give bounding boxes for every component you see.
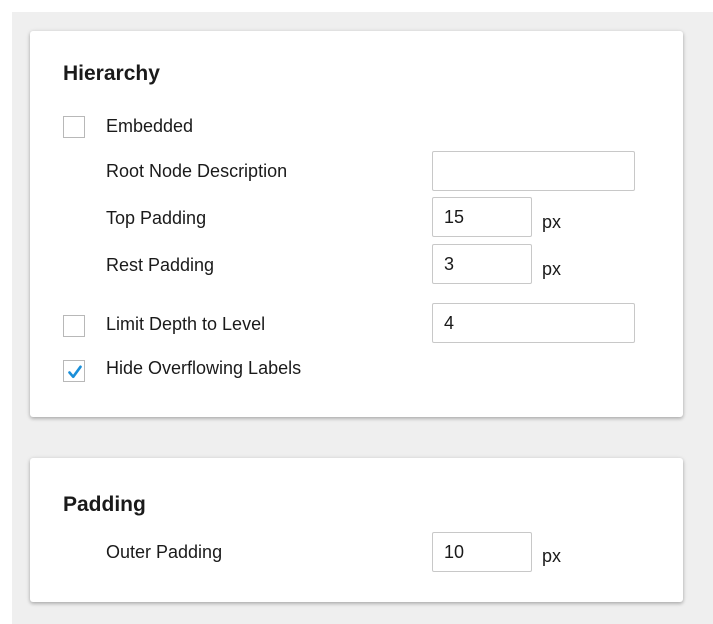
outer-padding-label: Outer Padding	[106, 542, 223, 562]
top-padding-label: Top Padding	[106, 208, 207, 228]
root-node-description-input[interactable]	[432, 151, 635, 191]
outer-padding-unit: px	[542, 546, 562, 566]
hide-overflowing-labels-label: Hide Overflowing Labels	[106, 358, 302, 378]
rest-padding-label: Rest Padding	[106, 255, 215, 275]
checkmark-icon	[68, 365, 82, 379]
hierarchy-section: Hierarchy Embedded Root Node Description…	[30, 31, 683, 417]
root-node-description-label: Root Node Description	[106, 161, 288, 181]
rest-padding-input[interactable]	[432, 244, 532, 284]
embedded-label: Embedded	[106, 116, 194, 136]
padding-section: Padding Outer Padding px	[30, 458, 683, 602]
hide-overflowing-labels-checkbox[interactable]	[63, 360, 85, 382]
hierarchy-title: Hierarchy	[63, 62, 160, 85]
top-padding-input[interactable]	[432, 197, 532, 237]
limit-depth-label: Limit Depth to Level	[106, 314, 266, 334]
limit-depth-checkbox[interactable]	[63, 315, 85, 337]
limit-depth-input[interactable]	[432, 303, 635, 343]
top-padding-unit: px	[542, 212, 562, 232]
rest-padding-unit: px	[542, 259, 562, 279]
embedded-checkbox[interactable]	[63, 116, 85, 138]
outer-padding-input[interactable]	[432, 532, 532, 572]
padding-title: Padding	[63, 493, 146, 516]
